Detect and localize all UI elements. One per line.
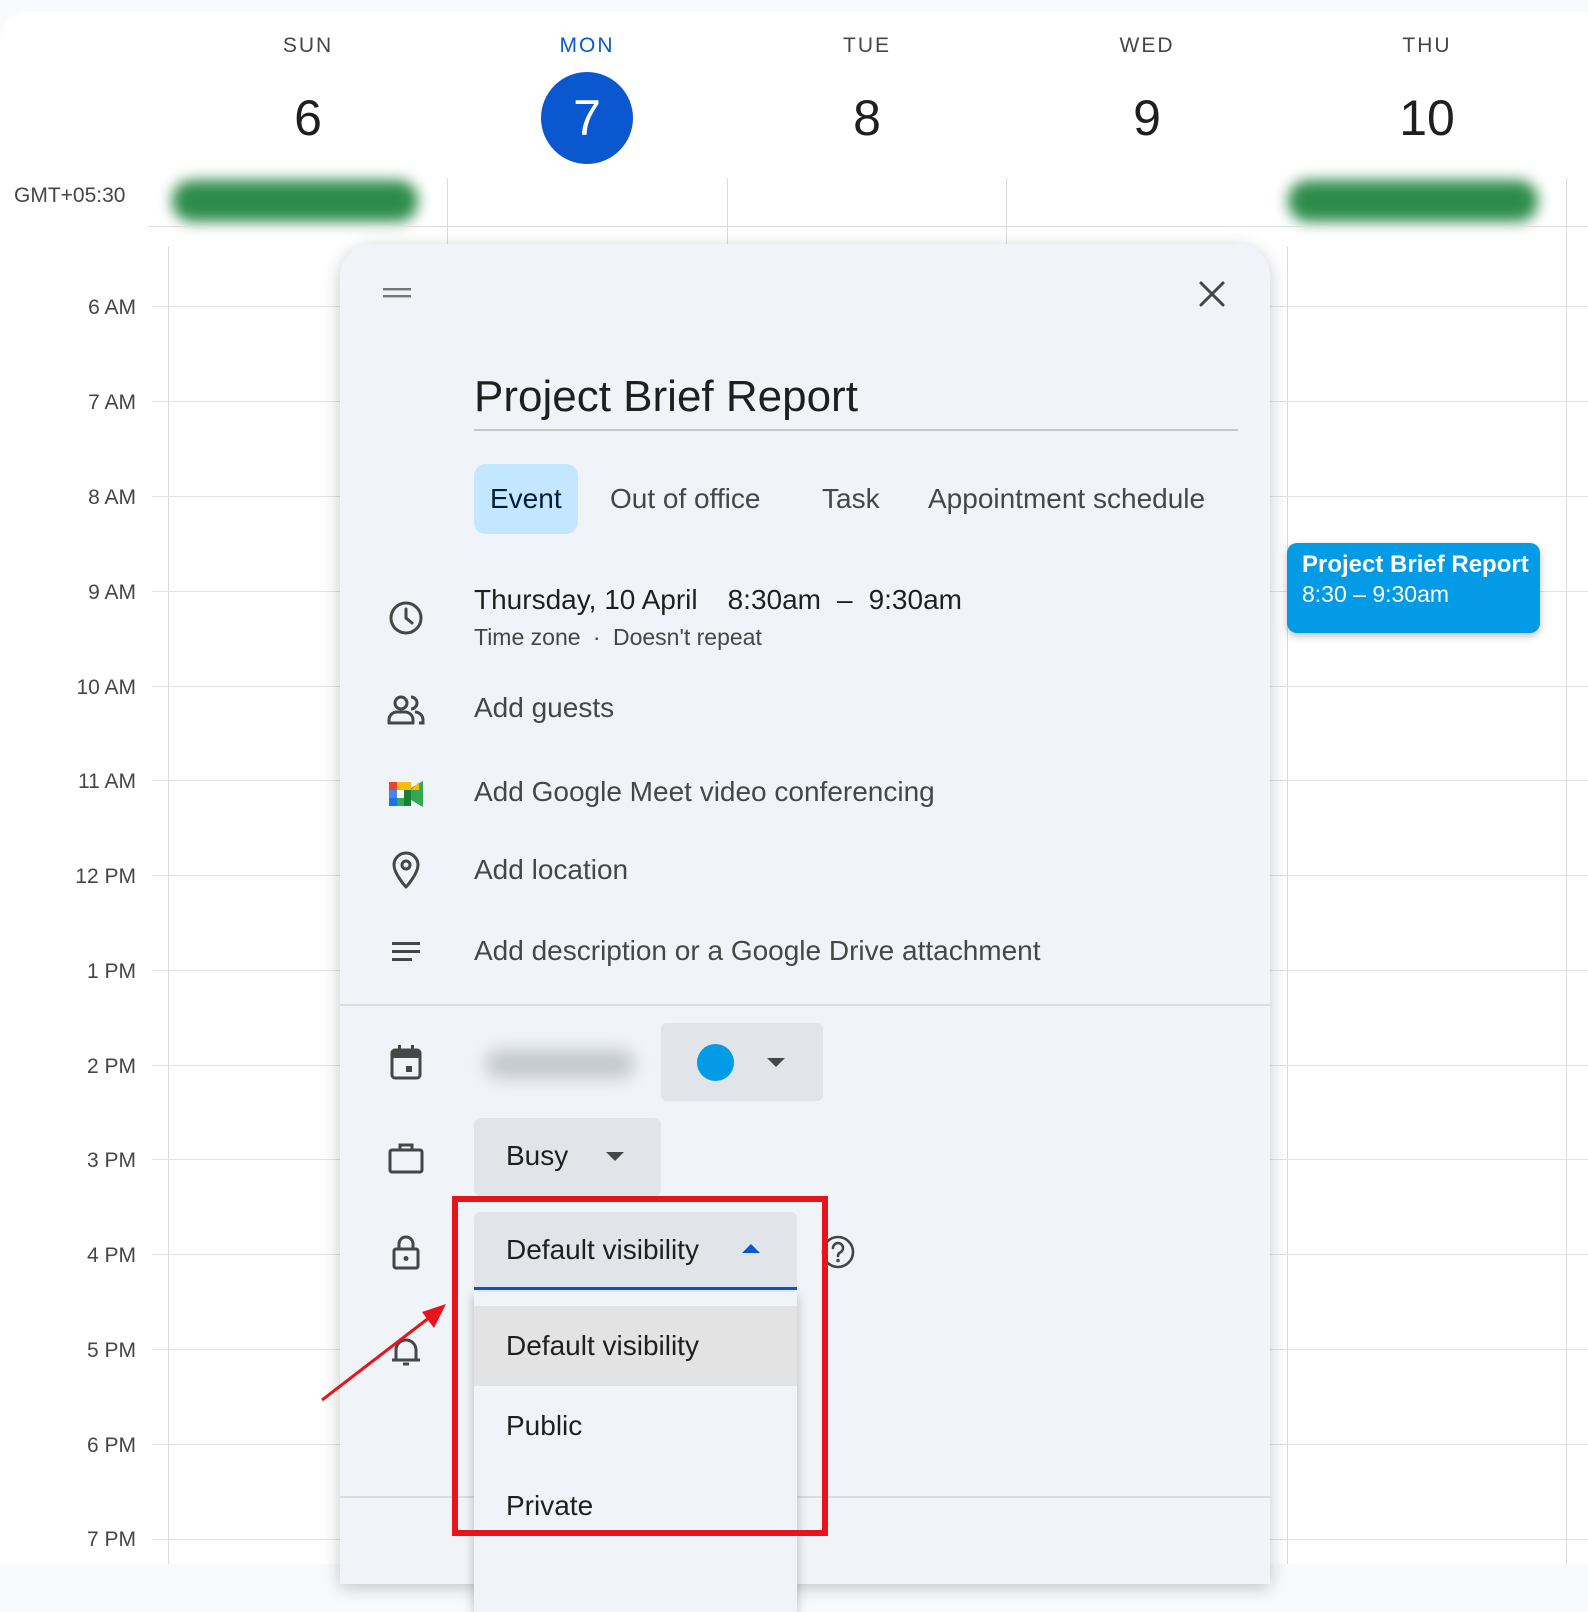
drag-handle-icon[interactable] — [383, 288, 411, 298]
day-divider — [1287, 246, 1288, 1564]
color-swatch — [697, 1044, 734, 1081]
header-divider — [148, 226, 1588, 227]
day-name: TUE — [843, 34, 891, 57]
day-divider — [1566, 178, 1567, 1564]
hour-label: 10 AM — [76, 676, 136, 699]
hour-label: 12 PM — [75, 865, 136, 888]
day-number[interactable]: 9 — [1101, 72, 1193, 164]
day-name: SUN — [282, 34, 334, 57]
hour-label: 11 AM — [78, 770, 136, 793]
event-date[interactable]: Thursday, 10 April — [474, 584, 698, 615]
tab-event[interactable]: Event — [474, 464, 578, 534]
briefcase-icon — [388, 1143, 424, 1174]
day-divider — [1006, 178, 1007, 244]
day-number[interactable]: 10 — [1381, 72, 1473, 164]
tab-appointment-schedule[interactable]: Appointment schedule — [912, 464, 1221, 534]
hour-label: 5 PM — [86, 1339, 136, 1362]
chevron-down-icon — [767, 1058, 785, 1067]
availability-select[interactable]: Busy — [474, 1118, 661, 1196]
day-divider — [168, 246, 169, 1564]
event-datetime[interactable]: Thursday, 10 April 8:30am –9:30am — [474, 584, 992, 616]
add-guests-field[interactable]: Add guests — [474, 692, 614, 724]
timezone-link[interactable]: Time zone — [474, 624, 581, 650]
allday-event-blurred[interactable] — [172, 180, 418, 222]
notes-icon — [392, 942, 420, 961]
section-divider — [340, 1004, 1270, 1006]
event-chip-project-brief[interactable]: Project Brief Report 8:30 – 9:30am — [1287, 543, 1540, 633]
google-meet-icon[interactable] — [386, 774, 426, 814]
chevron-down-icon — [606, 1152, 624, 1161]
day-divider — [447, 178, 448, 244]
hour-label: 8 AM — [88, 486, 136, 509]
event-color-selector[interactable] — [661, 1023, 823, 1101]
add-description-field[interactable]: Add description or a Google Drive attach… — [474, 935, 1041, 967]
hour-label: 6 AM — [88, 296, 136, 319]
event-chip-title: Project Brief Report — [1302, 551, 1529, 578]
annotation-highlight-box — [452, 1196, 828, 1536]
timezone-label: GMT+05:30 — [14, 184, 126, 207]
day-name: MON — [559, 34, 615, 57]
availability-value: Busy — [506, 1140, 569, 1171]
add-location-field[interactable]: Add location — [474, 854, 628, 886]
repeat-selector[interactable]: Doesn't repeat — [613, 624, 762, 650]
title-underline — [474, 429, 1238, 431]
add-meet-button[interactable]: Add Google Meet video conferencing — [474, 776, 935, 808]
hour-label: 4 PM — [86, 1244, 136, 1267]
hour-label: 9 AM — [88, 581, 136, 604]
calendar-icon — [390, 1045, 422, 1080]
location-pin-icon — [392, 851, 420, 889]
tab-task[interactable]: Task — [806, 464, 896, 534]
day-name: WED — [1119, 34, 1175, 57]
clock-icon — [389, 601, 423, 635]
people-icon — [387, 695, 425, 725]
event-end-time[interactable]: 9:30am — [869, 584, 962, 615]
event-chip-time: 8:30 – 9:30am — [1302, 581, 1450, 607]
event-start-time[interactable]: 8:30am — [728, 584, 821, 615]
hour-label: 7 AM — [88, 391, 136, 414]
day-divider — [727, 178, 728, 244]
hour-label: 7 PM — [86, 1528, 136, 1551]
hour-label: 6 PM — [86, 1434, 136, 1457]
lock-icon — [392, 1235, 420, 1270]
event-datetime-sub: Time zone · Doesn't repeat — [474, 624, 762, 651]
time-dash: – — [837, 584, 853, 615]
day-number[interactable]: 6 — [262, 72, 354, 164]
day-number[interactable]: 8 — [821, 72, 913, 164]
tab-out-of-office[interactable]: Out of office — [594, 464, 776, 534]
hour-label: 2 PM — [86, 1055, 136, 1078]
day-number-today[interactable]: 7 — [541, 72, 633, 164]
calendar-name-blurred[interactable] — [485, 1050, 635, 1078]
event-title-input[interactable]: Project Brief Report — [474, 372, 858, 422]
bullet-separator: · — [592, 624, 601, 650]
allday-event-blurred[interactable] — [1288, 180, 1538, 222]
hour-label: 3 PM — [86, 1149, 136, 1172]
day-name: THU — [1402, 34, 1452, 57]
annotation-arrow-icon — [321, 1304, 446, 1402]
hour-label: 1 PM — [86, 960, 136, 983]
close-icon[interactable] — [1192, 274, 1232, 314]
